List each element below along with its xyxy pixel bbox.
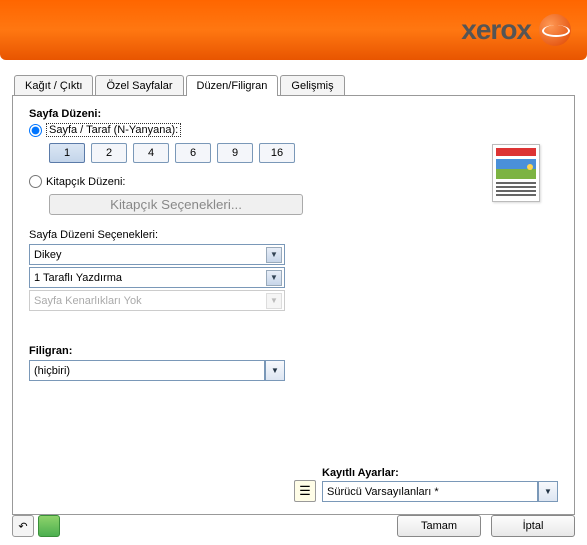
booklet-options-button: Kitapçık Seçenekleri... (49, 194, 303, 215)
orientation-select[interactable]: Dikey ▼ (29, 244, 285, 265)
orientation-value: Dikey (34, 249, 62, 261)
footer: ↶ Tamam İptal (12, 515, 575, 537)
sides-value: 1 Taraflı Yazdırma (34, 272, 122, 284)
chevron-down-icon: ▼ (266, 270, 282, 286)
radio-nup-row[interactable]: Sayfa / Taraf (N-Yanyana): (29, 123, 558, 137)
chevron-down-icon: ▼ (266, 247, 282, 263)
watermark-dropdown-button[interactable]: ▼ (265, 360, 285, 381)
sides-select[interactable]: 1 Taraflı Yazdırma ▼ (29, 267, 285, 288)
chevron-down-icon: ▼ (271, 366, 279, 375)
undo-icon: ↶ (18, 520, 27, 533)
chevron-down-icon: ▼ (266, 293, 282, 309)
tab-paper-output[interactable]: Kağıt / Çıktı (14, 75, 93, 96)
nup-1-button[interactable]: 1 (49, 143, 85, 163)
cancel-button[interactable]: İptal (491, 515, 575, 537)
radio-booklet-label: Kitapçık Düzeni: (46, 176, 125, 188)
nup-4-button[interactable]: 4 (133, 143, 169, 163)
tab-advanced[interactable]: Gelişmiş (280, 75, 344, 96)
nup-2-button[interactable]: 2 (91, 143, 127, 163)
tab-special-pages[interactable]: Özel Sayfalar (95, 75, 183, 96)
header: xerox (0, 0, 587, 60)
main-panel: Sayfa Düzeni: Sayfa / Taraf (N-Yanyana):… (12, 95, 575, 515)
borders-select: Sayfa Kenarlıkları Yok ▼ (29, 290, 285, 311)
watermark-select[interactable]: (hiçbiri) (29, 360, 265, 381)
radio-booklet[interactable] (29, 175, 42, 188)
saved-settings-label: Kayıtlı Ayarlar: (322, 467, 558, 479)
layout-options-label: Sayfa Düzeni Seçenekleri: (29, 229, 558, 241)
reset-button[interactable]: ↶ (12, 515, 34, 537)
chevron-down-icon: ▼ (544, 487, 552, 496)
saved-settings-icon: ☰ (294, 480, 316, 502)
tab-layout-watermark[interactable]: Düzen/Filigran (186, 75, 279, 96)
page-preview-icon (492, 144, 540, 202)
saved-settings-dropdown-button[interactable]: ▼ (538, 481, 558, 502)
watermark-label: Filigran: (29, 345, 558, 357)
nup-6-button[interactable]: 6 (175, 143, 211, 163)
saved-settings-value: Sürücü Varsayılanları * (327, 486, 439, 498)
ok-button[interactable]: Tamam (397, 515, 481, 537)
brand-logo-icon (539, 14, 571, 46)
nup-16-button[interactable]: 16 (259, 143, 295, 163)
radio-booklet-row[interactable]: Kitapçık Düzeni: (29, 175, 558, 188)
nup-button-row: 1 2 4 6 9 16 (49, 143, 558, 163)
borders-value: Sayfa Kenarlıkları Yok (34, 295, 142, 307)
watermark-value: (hiçbiri) (34, 365, 70, 377)
page-layout-title: Sayfa Düzeni: (29, 108, 558, 120)
brand-logo-text: xerox (461, 14, 531, 46)
radio-nup[interactable] (29, 124, 42, 137)
eco-button[interactable] (38, 515, 60, 537)
nup-9-button[interactable]: 9 (217, 143, 253, 163)
radio-nup-label: Sayfa / Taraf (N-Yanyana): (46, 123, 181, 137)
saved-settings-select[interactable]: Sürücü Varsayılanları * (322, 481, 538, 502)
tab-bar: Kağıt / Çıktı Özel Sayfalar Düzen/Filigr… (14, 74, 587, 95)
